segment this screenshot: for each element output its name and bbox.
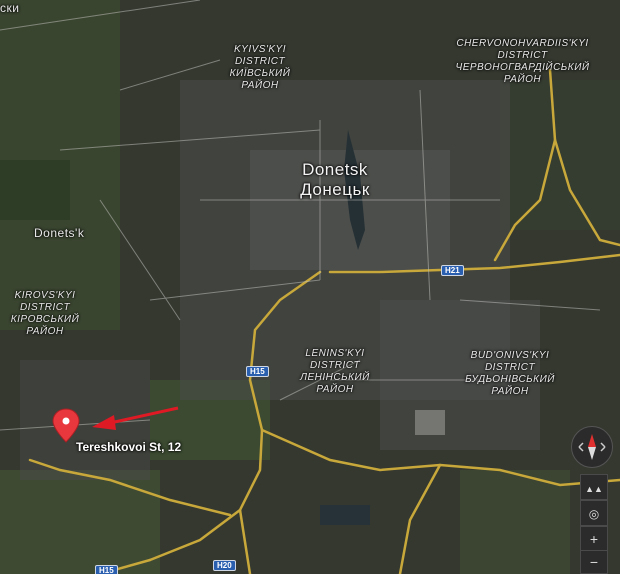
route-shield-h21: H21 xyxy=(441,265,464,276)
district-kirovskyi-label: KIROVS'KYI DISTRICT КІРОВСЬКИЙ РАЙОН xyxy=(10,290,80,337)
pin-address-label: Tereshkovoi St, 12 xyxy=(76,440,182,454)
compass-control[interactable] xyxy=(571,426,613,468)
zoom-in-button[interactable]: + xyxy=(580,526,608,552)
my-location-button[interactable]: ◎ xyxy=(580,500,608,526)
zoom-out-button[interactable]: − xyxy=(580,550,608,574)
satellite-map[interactable]: ски KYIVS'KYI DISTRICT КИЇВСЬКИЙ РАЙОН C… xyxy=(0,0,620,574)
route-shield-h15-south: H15 xyxy=(95,565,118,574)
city-label: Donetsk Донецьк xyxy=(300,160,370,199)
top-fragment-label: ски xyxy=(0,1,20,15)
district-budonivskyi-label: BUD'ONIVS'KYI DISTRICT БУДЬОНІВСЬКИЙ РАЙ… xyxy=(465,350,555,397)
route-shield-h20: H20 xyxy=(213,560,236,571)
district-kyivskyi-label: KYIVS'KYI DISTRICT КИЇВСЬКИЙ РАЙОН xyxy=(229,44,291,91)
location-target-icon: ◎ xyxy=(588,507,600,521)
street-view-button[interactable]: ▲▲ xyxy=(580,474,608,500)
route-shield-h15: H15 xyxy=(246,366,269,377)
compass-icon xyxy=(578,434,606,460)
district-chervonohvardiiskyi-label: CHERVONOHVARDIIS'KYI DISTRICT ЧЕРВОНОГВА… xyxy=(455,38,590,85)
map-imagery xyxy=(0,0,620,574)
street-view-icon: ▲▲ xyxy=(585,484,603,494)
district-leninskyi-label: LENINS'KYI DISTRICT ЛЕНІНСЬКИЙ РАЙОН xyxy=(300,348,370,395)
settlement-label: Donets'k xyxy=(34,226,85,240)
